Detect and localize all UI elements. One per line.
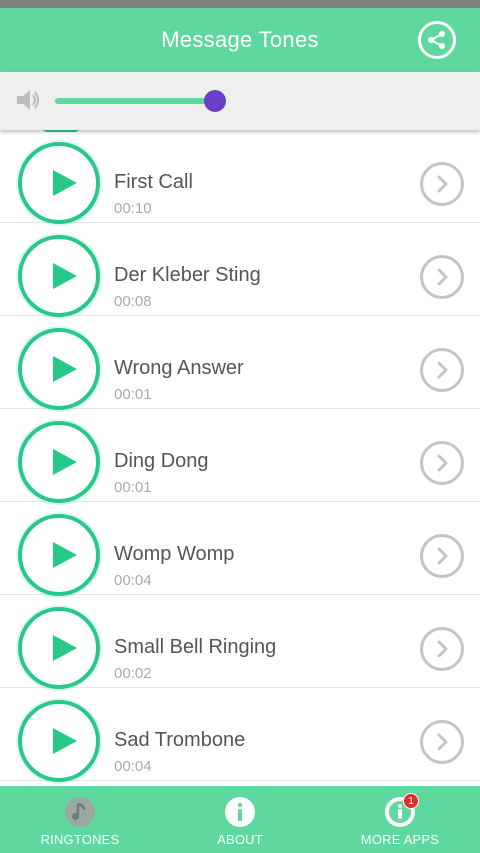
list-item[interactable]: Small Bell Ringing 00:02 — [0, 595, 480, 689]
tone-duration: 00:01 — [114, 479, 152, 496]
tone-duration: 00:08 — [114, 293, 152, 310]
nav-item-about[interactable]: ABOUT — [160, 786, 320, 853]
open-tone-button[interactable] — [420, 534, 464, 578]
play-icon — [53, 635, 77, 661]
play-button[interactable] — [18, 514, 100, 596]
tone-duration: 00:04 — [114, 572, 152, 589]
play-icon — [53, 356, 77, 382]
volume-slider-track[interactable] — [55, 98, 215, 104]
play-button[interactable] — [18, 421, 100, 503]
list-item[interactable]: Womp Womp 00:04 — [0, 502, 480, 596]
play-icon — [53, 542, 77, 568]
play-button[interactable] — [18, 142, 100, 224]
open-tone-button[interactable] — [420, 162, 464, 206]
tone-name: Ding Dong — [114, 450, 209, 472]
volume-bar — [0, 72, 480, 130]
play-icon — [53, 170, 77, 196]
list-item[interactable]: First Call 00:10 — [0, 130, 480, 224]
list-item[interactable]: Sad Trombone 00:04 — [0, 688, 480, 782]
status-bar — [0, 0, 480, 8]
nav-label-more-apps: MORE APPS — [360, 832, 440, 847]
chevron-right-icon — [437, 175, 448, 193]
bottom-nav: RINGTONES ABOUT 1 MORE APPS — [0, 786, 480, 853]
tone-duration: 00:04 — [114, 758, 152, 775]
tone-name: Sad Trombone — [114, 729, 246, 751]
notification-badge: 1 — [403, 793, 419, 809]
nav-item-ringtones[interactable]: RINGTONES — [0, 786, 160, 853]
tone-list: First Call 00:10 Der Kleber Sting 00:08 Wron… — [0, 130, 480, 786]
play-button[interactable] — [18, 607, 100, 689]
ringtones-icon — [65, 797, 95, 827]
app-bar: Message Tones — [0, 8, 480, 72]
open-tone-button[interactable] — [420, 255, 464, 299]
chevron-right-icon — [437, 454, 448, 472]
play-button[interactable] — [18, 235, 100, 317]
speaker-icon[interactable] — [14, 86, 42, 114]
chevron-right-icon — [437, 268, 448, 286]
share-button[interactable] — [418, 21, 456, 59]
nav-label-ringtones: RINGTONES — [40, 832, 120, 847]
tone-name: Womp Womp — [114, 543, 235, 565]
nav-item-more-apps[interactable]: 1 MORE APPS — [320, 786, 480, 853]
page-title: Message Tones — [161, 27, 319, 52]
share-icon — [428, 31, 445, 49]
play-button[interactable] — [18, 328, 100, 410]
tone-name: Wrong Answer — [114, 357, 244, 379]
tone-name: First Call — [114, 171, 193, 193]
tone-duration: 00:02 — [114, 665, 152, 682]
info-icon — [225, 797, 255, 827]
chevron-right-icon — [437, 547, 448, 565]
list-item[interactable]: Ding Dong 00:01 — [0, 409, 480, 503]
play-icon — [53, 449, 77, 475]
play-icon — [53, 263, 77, 289]
open-tone-button[interactable] — [420, 441, 464, 485]
chevron-right-icon — [437, 640, 448, 658]
nav-label-about: ABOUT — [217, 832, 263, 847]
open-tone-button[interactable] — [420, 627, 464, 671]
play-icon — [53, 728, 77, 754]
open-tone-button[interactable] — [420, 720, 464, 764]
volume-slider-thumb[interactable] — [204, 90, 226, 112]
open-tone-button[interactable] — [420, 348, 464, 392]
chevron-right-icon — [437, 733, 448, 751]
tone-name: Der Kleber Sting — [114, 264, 261, 286]
tone-duration: 00:01 — [114, 386, 152, 403]
list-item[interactable]: Der Kleber Sting 00:08 — [0, 223, 480, 317]
play-button[interactable] — [18, 700, 100, 782]
tone-name: Small Bell Ringing — [114, 636, 277, 658]
list-item[interactable]: Wrong Answer 00:01 — [0, 316, 480, 410]
chevron-right-icon — [437, 361, 448, 379]
tone-duration: 00:10 — [114, 200, 152, 217]
